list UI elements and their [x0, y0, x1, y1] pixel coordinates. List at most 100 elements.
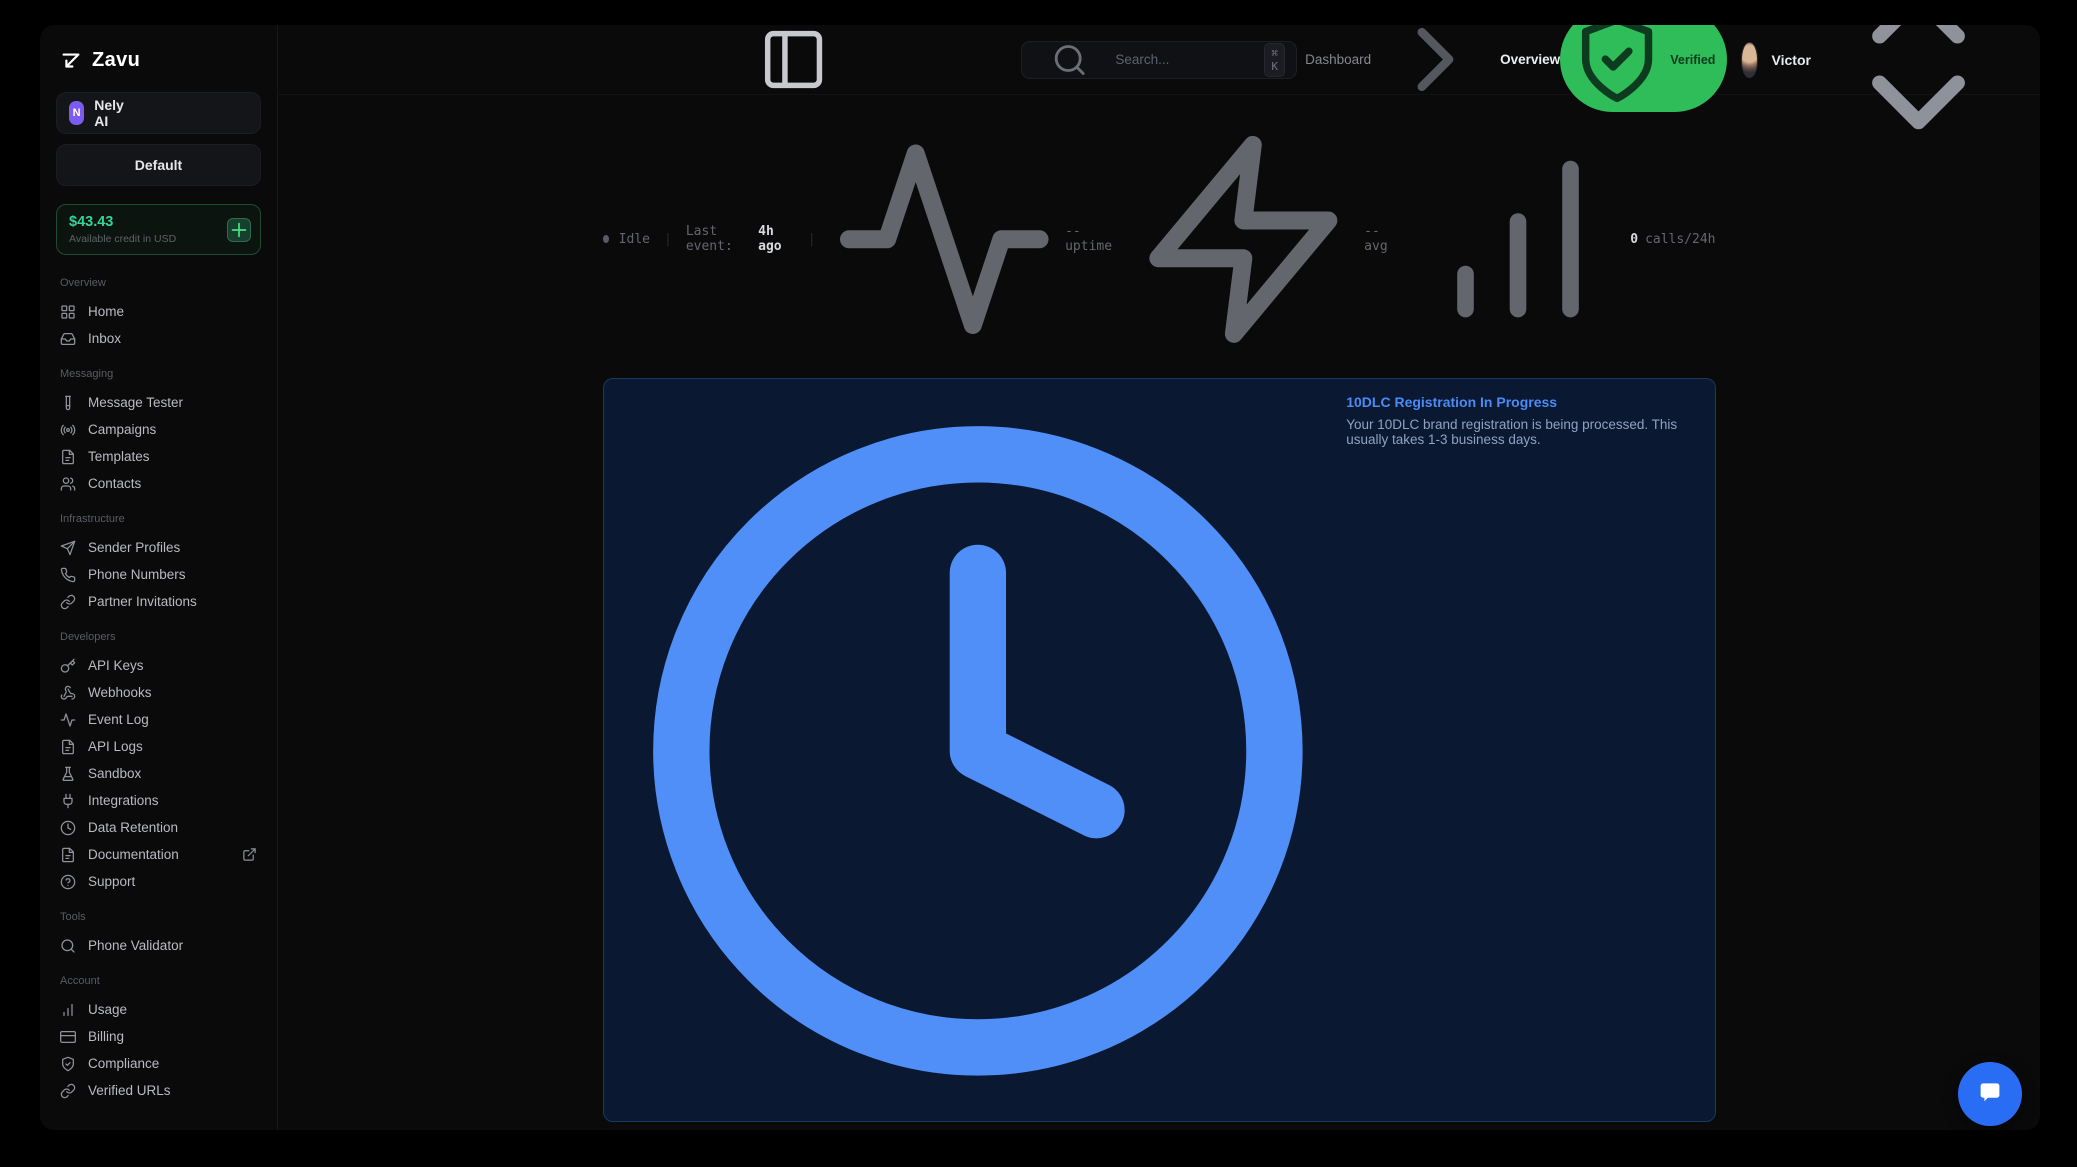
sidebar-item-event-log[interactable]: Event Log — [56, 706, 261, 733]
last-event: Last event: 4h ago — [686, 224, 794, 254]
activity-icon — [830, 125, 1059, 354]
credit-balance-card: $43.43 Available credit in USD — [56, 204, 261, 255]
app-window: Zavu N Nely AI Default $43.43 Available … — [40, 25, 2040, 1130]
sidebar-item-label: Event Log — [88, 712, 149, 727]
brand-name: Zavu — [92, 49, 140, 72]
sidebar-item-verified-urls[interactable]: Verified URLs — [56, 1077, 261, 1104]
help-icon — [60, 874, 76, 890]
plus-icon — [228, 219, 250, 241]
chevrons-up-down-icon — [192, 145, 248, 185]
bar-chart-icon — [60, 1002, 76, 1018]
sidebar-item-label: Compliance — [88, 1056, 159, 1071]
sidebar-item-phone-numbers[interactable]: Phone Numbers — [56, 561, 261, 588]
user-name: Victor — [1772, 52, 1811, 68]
sidebar-item-label: Sandbox — [88, 766, 141, 781]
nav-section: AccountUsageBillingComplianceVerified UR… — [56, 975, 261, 1104]
project-selector[interactable]: Default — [56, 144, 261, 186]
activity-icon — [60, 712, 76, 728]
sidebar-item-label: Documentation — [88, 847, 179, 862]
sidebar-item-home[interactable]: Home — [56, 298, 261, 325]
sidebar-item-label: API Logs — [88, 739, 143, 754]
uptime-stat: -- uptime — [830, 125, 1121, 354]
nav-section-title: Infrastructure — [60, 513, 257, 525]
content-scroll-area: Idle | Last event: 4h ago | -- uptime --… — [278, 95, 2040, 1130]
sidebar-item-partner-invitations[interactable]: Partner Invitations — [56, 588, 261, 615]
clock-icon — [622, 394, 1334, 1107]
sidebar-item-webhooks[interactable]: Webhooks — [56, 679, 261, 706]
credit-amount: $43.43 — [69, 214, 248, 230]
search-shortcut: ⌘ K — [1264, 43, 1285, 77]
sidebar-item-label: Integrations — [88, 793, 159, 808]
user-menu-chevron-icon[interactable] — [1825, 25, 2012, 153]
workspace-selector[interactable]: N Nely AI — [56, 92, 261, 134]
sidebar-item-label: Templates — [88, 449, 150, 464]
nav-section: Overview Home Inbox — [56, 277, 261, 352]
user-avatar[interactable] — [1741, 42, 1757, 78]
sidebar-item-contacts[interactable]: Contacts — [56, 470, 261, 497]
shield-check-icon — [1570, 25, 1664, 107]
banner-title: 10DLC Registration In Progress — [1346, 394, 1696, 410]
sidebar-item-label: Home — [88, 304, 124, 319]
idle-status-dot — [603, 235, 609, 243]
phone-icon — [60, 567, 76, 583]
sidebar-item-templates[interactable]: Templates — [56, 443, 261, 470]
sidebar-item-api-logs[interactable]: API Logs — [56, 733, 261, 760]
sidebar-item-sandbox[interactable]: Sandbox — [56, 760, 261, 787]
search-box[interactable]: ⌘ K — [1021, 41, 1297, 79]
search-input[interactable] — [1115, 52, 1255, 67]
nav-section-title: Overview — [60, 277, 257, 289]
sidebar-item-inbox[interactable]: Inbox — [56, 325, 261, 352]
nav-section-title: Developers — [60, 631, 257, 643]
sidebar-item-usage[interactable]: Usage — [56, 996, 261, 1023]
sidebar-item-label: Usage — [88, 1002, 127, 1017]
sidebar-nav: OverviewHomeInboxMessagingMessage Tester… — [56, 261, 261, 1112]
sidebar-item-compliance[interactable]: Compliance — [56, 1050, 261, 1077]
chevrons-up-down-icon — [134, 93, 248, 133]
inbox-icon — [60, 331, 76, 347]
plug-icon — [60, 793, 76, 809]
nav-section: Infrastructure Sender Profiles Phone Numbe… — [56, 513, 261, 615]
sidebar-item-label: Data Retention — [88, 820, 178, 835]
calls-value: 0 — [1630, 232, 1638, 247]
uptime-value: -- uptime — [1065, 224, 1120, 254]
sidebar-item-billing[interactable]: Billing — [56, 1023, 261, 1050]
calls-stat: 0 calls/24h — [1413, 134, 1715, 344]
file-icon — [60, 847, 76, 863]
main-area: Dashboard Overview ⌘ K Verified Victor — [278, 25, 2040, 1130]
credit-label: Available credit in USD — [69, 233, 248, 245]
sidebar-item-label: Contacts — [88, 476, 141, 491]
sidebar-item-integrations[interactable]: Integrations — [56, 787, 261, 814]
chat-widget-button[interactable] — [1958, 1062, 2022, 1126]
webhook-icon — [60, 685, 76, 701]
sidebar-item-label: Message Tester — [88, 395, 183, 410]
breadcrumb-current: Overview — [1500, 52, 1560, 67]
sidebar: Zavu N Nely AI Default $43.43 Available … — [40, 25, 278, 1130]
sidebar-item-label: Phone Validator — [88, 938, 183, 953]
link-icon — [60, 594, 76, 610]
topbar-right: Verified Victor — [1560, 25, 2012, 153]
divider: | — [808, 232, 816, 247]
brand-logo[interactable]: Zavu — [60, 49, 257, 72]
avg-stat: -- avg — [1130, 126, 1403, 353]
last-event-label: Last event: — [686, 224, 751, 254]
breadcrumb-dashboard[interactable]: Dashboard — [1305, 52, 1371, 67]
folder-icon — [69, 145, 125, 185]
sidebar-item-documentation[interactable]: Documentation — [56, 841, 261, 868]
sidebar-item-support[interactable]: Support — [56, 868, 261, 895]
breadcrumb: Dashboard Overview — [1305, 25, 1560, 114]
link-icon — [60, 1083, 76, 1099]
bar-chart-icon — [1413, 134, 1623, 344]
divider: | — [664, 232, 672, 247]
sidebar-item-label: Sender Profiles — [88, 540, 180, 555]
sidebar-item-message-tester[interactable]: Message Tester — [56, 389, 261, 416]
search-icon — [1033, 42, 1106, 78]
banner-body: Your 10DLC brand registration is being p… — [1346, 417, 1696, 447]
add-credit-button[interactable] — [227, 218, 251, 242]
sidebar-item-label: Inbox — [88, 331, 121, 346]
sidebar-item-campaigns[interactable]: Campaigns — [56, 416, 261, 443]
sidebar-item-phone-validator[interactable]: Phone Validator — [56, 932, 261, 959]
sidebar-item-api-keys[interactable]: API Keys — [56, 652, 261, 679]
sidebar-item-data-retention[interactable]: Data Retention — [56, 814, 261, 841]
sidebar-item-sender-profiles[interactable]: Sender Profiles — [56, 534, 261, 561]
users-icon — [60, 476, 76, 492]
